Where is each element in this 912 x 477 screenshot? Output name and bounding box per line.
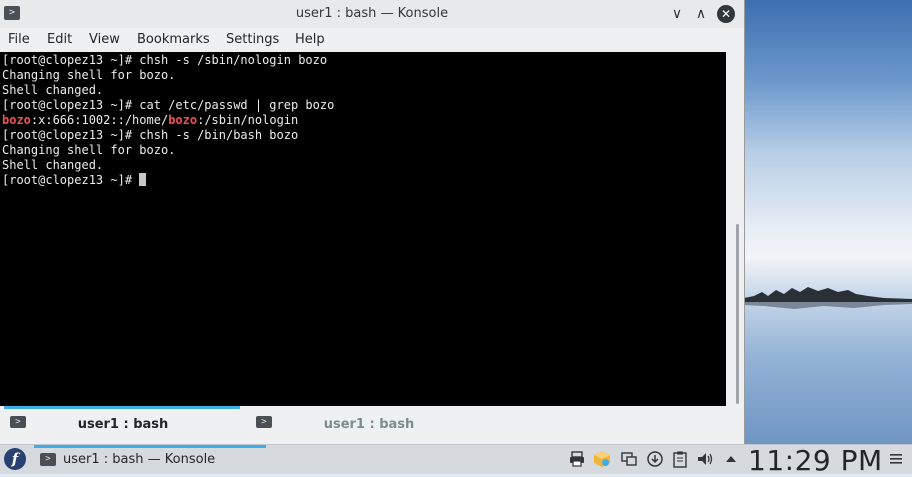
terminal-line: Shell changed. [2,83,726,98]
menu-settings[interactable]: Settings [226,32,279,47]
hamburger-menu-icon[interactable] [889,451,903,467]
tray-expand-icon[interactable] [722,450,740,468]
fedora-icon[interactable]: f [4,448,26,470]
wallpaper-trees [744,287,912,309]
menu-bookmarks[interactable]: Bookmarks [137,32,210,47]
minimize-button[interactable]: ∨ [668,5,686,23]
active-task-indicator [34,445,266,448]
clock[interactable]: 11:29 PM [748,444,883,477]
close-button[interactable]: ✕ [717,5,735,23]
window-title: user1 : bash — Konsole [295,6,449,21]
terminal-text: Shell changed. [2,158,104,172]
session-tab-1[interactable]: > user1 : bash [4,406,242,444]
tab-label: user1 : bash [77,417,169,432]
menu-edit[interactable]: Edit [47,32,72,47]
window-titlebar[interactable]: > user1 : bash — Konsole ∨ ∧ ✕ [0,0,744,28]
terminal-icon: > [40,453,56,466]
menu-bar: File Edit View Bookmarks Settings Help [0,28,744,52]
terminal-line: bozo:x:666:1002::/home/bozo:/sbin/nologi… [2,113,726,128]
terminal-text: :/sbin/nologin [197,113,299,127]
highlighted-match: bozo [168,113,198,127]
terminal-text: [root@clopez13 ~]# [2,173,140,187]
desktop-wallpaper [744,0,912,444]
tab-label: user1 : bash [323,417,415,432]
highlighted-match: bozo [2,113,31,127]
terminal-text: Changing shell for bozo. [2,68,176,82]
active-tab-indicator [4,406,240,409]
terminal-line: [root@clopez13 ~]# chsh -s /sbin/nologin… [2,53,726,68]
terminal-line: Changing shell for bozo. [2,68,726,83]
taskbar: f > user1 : bash — Konsole 11:29 PM [0,444,912,477]
network-display-icon[interactable] [620,450,638,468]
menu-help[interactable]: Help [295,32,325,47]
terminal-line: [root@clopez13 ~]# [2,173,726,188]
terminal-text: [root@clopez13 ~]# chsh -s /bin/bash boz… [2,128,299,142]
menu-file[interactable]: File [8,32,30,47]
package-updates-icon[interactable] [593,450,611,468]
terminal-cursor [139,173,147,186]
terminal-text: :x:666:1002::/home/ [30,113,169,127]
konsole-window: > user1 : bash — Konsole ∨ ∧ ✕ File Edit… [0,0,745,444]
terminal-scrollbar[interactable] [726,52,742,408]
terminal-text: Changing shell for bozo. [2,143,176,157]
menu-view[interactable]: View [89,32,120,47]
session-tab-bar: > user1 : bash > user1 : bash [0,406,744,444]
terminal-text: Shell changed. [2,83,104,97]
volume-icon[interactable] [696,450,714,468]
terminal-line: [root@clopez13 ~]# chsh -s /bin/bash boz… [2,128,726,143]
clipboard-icon[interactable] [671,450,689,468]
scrollbar-thumb[interactable] [736,224,739,404]
session-tab-2[interactable]: > user1 : bash [250,406,488,444]
terminal-output[interactable]: [root@clopez13 ~]# chsh -s /sbin/nologin… [0,52,726,408]
terminal-line: [root@clopez13 ~]# cat /etc/passwd | gre… [2,98,726,113]
printer-icon[interactable] [568,450,586,468]
updates-icon[interactable] [646,450,664,468]
taskbar-item-konsole[interactable]: > user1 : bash — Konsole [34,445,266,473]
terminal-text: [root@clopez13 ~]# cat /etc/passwd | gre… [2,98,335,112]
terminal-line: Changing shell for bozo. [2,143,726,158]
task-label: user1 : bash — Konsole [63,452,216,467]
terminal-text: [root@clopez13 ~]# chsh -s /sbin/nologin… [2,53,328,67]
terminal-line: Shell changed. [2,158,726,173]
maximize-button[interactable]: ∧ [692,5,710,23]
